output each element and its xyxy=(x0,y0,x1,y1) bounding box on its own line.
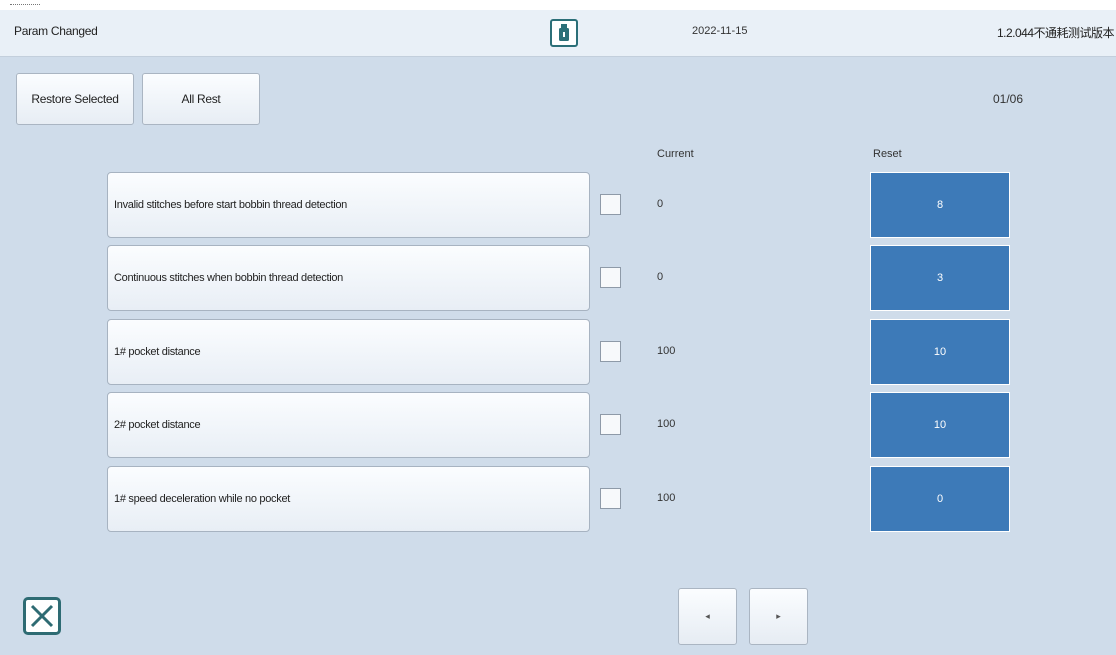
param-current-value: 100 xyxy=(657,492,676,504)
top-strip-dots xyxy=(10,4,40,6)
chevron-right-icon: ▸ xyxy=(776,611,781,621)
top-strip xyxy=(0,0,1116,10)
chevron-left-icon: ◂ xyxy=(705,611,710,621)
page-title: Param Changed xyxy=(14,24,98,38)
param-checkbox[interactable] xyxy=(600,194,621,215)
param-row: 2# pocket distance 100 10 xyxy=(0,392,1116,458)
param-checkbox[interactable] xyxy=(600,267,621,288)
param-checkbox[interactable] xyxy=(600,414,621,435)
param-name-button[interactable]: 2# pocket distance xyxy=(107,392,590,458)
date-display: 2022-11-15 xyxy=(692,25,748,37)
prev-page-button[interactable]: ◂ xyxy=(678,588,737,645)
param-reset-value[interactable]: 0 xyxy=(870,466,1010,532)
close-button[interactable] xyxy=(23,597,61,635)
version-label: 1.2.044不通耗测试版本 xyxy=(996,26,1115,40)
column-header-current: Current xyxy=(657,148,694,160)
next-page-button[interactable]: ▸ xyxy=(749,588,808,645)
param-reset-value[interactable]: 3 xyxy=(870,245,1010,311)
param-name-button[interactable]: Invalid stitches before start bobbin thr… xyxy=(107,172,590,238)
param-row: Invalid stitches before start bobbin thr… xyxy=(0,172,1116,238)
page-indicator: 01/06 xyxy=(993,92,1024,106)
param-row: 1# speed deceleration while no pocket 10… xyxy=(0,466,1116,532)
param-name-button[interactable]: 1# pocket distance xyxy=(107,319,590,385)
restore-selected-button[interactable]: Restore Selected xyxy=(16,73,134,125)
param-current-value: 0 xyxy=(657,271,664,283)
param-row: 1# pocket distance 100 10 xyxy=(0,319,1116,385)
param-reset-value[interactable]: 10 xyxy=(870,319,1010,385)
param-current-value: 100 xyxy=(657,418,676,430)
param-checkbox[interactable] xyxy=(600,341,621,362)
param-current-value: 0 xyxy=(657,198,664,210)
column-header-reset: Reset xyxy=(873,148,902,160)
param-name-button[interactable]: 1# speed deceleration while no pocket xyxy=(107,466,590,532)
header-bar: Param Changed 2022-11-15 1.2.044不通耗测试版本 xyxy=(0,10,1116,57)
param-name-button[interactable]: Continuous stitches when bobbin thread d… xyxy=(107,245,590,311)
param-current-value: 100 xyxy=(657,345,676,357)
usb-drive-icon[interactable] xyxy=(550,19,578,47)
close-icon xyxy=(30,604,54,628)
all-reset-button[interactable]: All Rest xyxy=(142,73,260,125)
param-row: Continuous stitches when bobbin thread d… xyxy=(0,245,1116,311)
param-checkbox[interactable] xyxy=(600,488,621,509)
param-reset-value[interactable]: 10 xyxy=(870,392,1010,458)
param-reset-value[interactable]: 8 xyxy=(870,172,1010,238)
